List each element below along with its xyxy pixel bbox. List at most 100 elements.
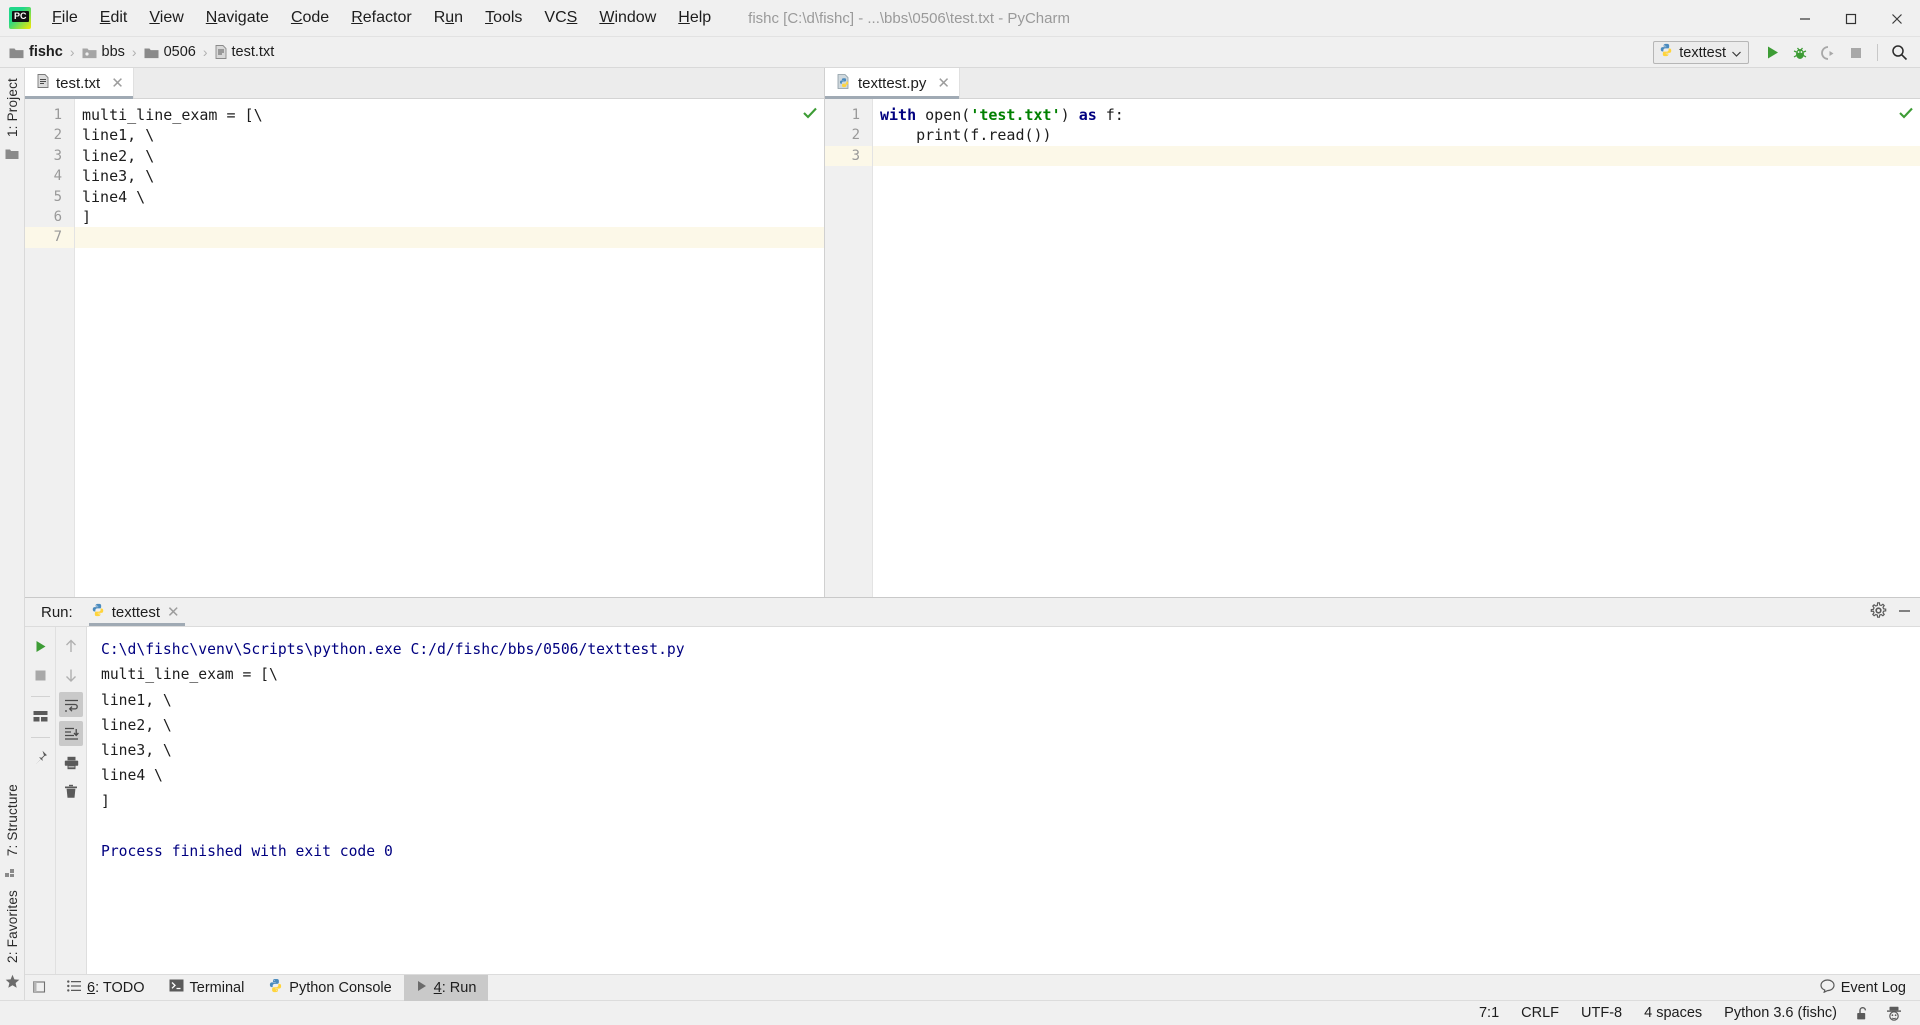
code-line: with open('test.txt') as f: — [873, 105, 1920, 125]
breadcrumb-item-fishc[interactable]: fishc — [9, 44, 63, 60]
run-tab-texttest[interactable]: texttest ✕ — [85, 598, 189, 626]
breadcrumb-item-test-txt[interactable]: test.txt — [215, 44, 274, 60]
editor-content-left[interactable]: 1 2 3 4 5 6 7 multi_line_exam = [\ line1… — [25, 99, 824, 597]
event-log-button[interactable]: Event Log — [1820, 978, 1906, 997]
restore-layout-button[interactable] — [28, 704, 52, 729]
down-the-stack-button[interactable] — [59, 663, 83, 688]
editor-tabs-left: test.txt ✕ — [25, 68, 824, 99]
menu-run[interactable]: Run — [423, 4, 474, 32]
caret-position[interactable]: 7:1 — [1468, 1005, 1510, 1021]
menu-edit[interactable]: Edit — [89, 4, 139, 32]
gutter-right[interactable]: 1 2 3 — [825, 99, 873, 597]
up-the-stack-button[interactable] — [59, 634, 83, 659]
menu-refactor[interactable]: Refactor — [340, 4, 422, 32]
tab-test-txt[interactable]: test.txt ✕ — [25, 68, 134, 99]
breadcrumb-item-bbs[interactable]: bbs — [82, 44, 125, 60]
sidebar-item-favorites[interactable]: 2: Favorites — [5, 884, 20, 969]
tool-window-python-console[interactable]: Python Console — [256, 975, 403, 1001]
run-console[interactable]: C:\d\fishc\venv\Scripts\python.exe C:/d/… — [87, 627, 1920, 974]
code-area-left[interactable]: multi_line_exam = [\ line1, \ line2, \ l… — [75, 99, 824, 597]
indent-setting[interactable]: 4 spaces — [1633, 1005, 1713, 1021]
menu-bar: File Edit View Navigate Code Refactor Ru… — [41, 0, 722, 36]
run-configuration-selector[interactable]: texttest — [1653, 41, 1749, 64]
file-encoding[interactable]: UTF-8 — [1570, 1005, 1633, 1021]
menu-help[interactable]: Help — [667, 4, 722, 32]
editor-pane-right: texttest.py ✕ 1 2 3 with open('test.txt'… — [825, 68, 1920, 597]
menu-view[interactable]: View — [138, 4, 194, 32]
breadcrumb-label: fishc — [29, 44, 63, 60]
inspection-status-icon[interactable] — [1899, 105, 1913, 121]
hide-all-windows-icon[interactable] — [25, 981, 55, 994]
event-log-label: Event Log — [1840, 979, 1906, 996]
menu-code[interactable]: Code — [280, 4, 340, 32]
folder-icon — [5, 148, 19, 160]
bottom-tool-bar: 6: TODO Terminal Python Console 4: Run E… — [25, 974, 1920, 1001]
sidebar-item-structure[interactable]: 7: Structure — [5, 778, 20, 862]
debug-button[interactable] — [1787, 41, 1813, 65]
main-toolbar: texttest — [1653, 37, 1912, 68]
close-icon[interactable]: ✕ — [111, 76, 124, 91]
todo-icon — [67, 979, 81, 996]
code-line — [873, 145, 1920, 167]
tool-window-terminal[interactable]: Terminal — [157, 975, 257, 1001]
balloon-icon — [1820, 978, 1835, 997]
play-icon — [416, 980, 428, 996]
close-icon[interactable]: ✕ — [167, 603, 180, 621]
gutter-left[interactable]: 1 2 3 4 5 6 7 — [25, 99, 75, 597]
console-line: line3, \ — [101, 742, 172, 760]
code-line — [75, 227, 824, 248]
unlocked-padlock-icon[interactable] — [1848, 1006, 1878, 1021]
menu-vcs[interactable]: VCS — [533, 4, 588, 32]
hector-inspector-icon[interactable] — [1878, 1006, 1910, 1021]
menu-navigate[interactable]: Navigate — [195, 4, 280, 32]
editor-content-right[interactable]: 1 2 3 with open('test.txt') as f: print(… — [825, 99, 1920, 597]
rerun-button[interactable] — [28, 634, 52, 659]
minimize-button[interactable] — [1782, 0, 1828, 37]
close-button[interactable] — [1874, 0, 1920, 37]
text-file-icon — [37, 74, 49, 92]
main-body: 1: Project 7: Structure 2: Favorites tes… — [0, 68, 1920, 1001]
editor-tabs-right: texttest.py ✕ — [825, 68, 1920, 99]
run-actions-secondary — [56, 627, 87, 974]
line-number: 2 — [851, 127, 860, 144]
tool-window-todo[interactable]: 6: TODO — [55, 975, 157, 1001]
menu-file[interactable]: File — [41, 4, 89, 32]
folder-icon — [82, 46, 97, 59]
run-tool-body: C:\d\fishc\venv\Scripts\python.exe C:/d/… — [25, 627, 1920, 974]
code-area-right[interactable]: with open('test.txt') as f: print(f.read… — [873, 99, 1920, 597]
sidebar-item-project[interactable]: 1: Project — [5, 72, 20, 143]
pin-tab-button[interactable] — [28, 745, 52, 770]
breadcrumb-item-0506[interactable]: 0506 — [144, 44, 196, 60]
soft-wrap-button[interactable] — [59, 692, 83, 717]
python-icon — [268, 978, 283, 997]
search-icon[interactable] — [1886, 41, 1912, 65]
tab-texttest-py[interactable]: texttest.py ✕ — [825, 68, 960, 99]
clear-all-button[interactable] — [59, 779, 83, 804]
inspection-status-icon[interactable] — [803, 105, 817, 121]
print-button[interactable] — [59, 750, 83, 775]
run-button[interactable] — [1759, 41, 1785, 65]
gear-icon[interactable] — [1870, 601, 1887, 624]
close-icon[interactable]: ✕ — [937, 76, 950, 91]
code-line: print(f.read()) — [880, 126, 1052, 145]
sidebar-item-label: 7: Structure — [4, 783, 20, 857]
breadcrumb-separator: › — [202, 44, 208, 60]
run-configuration-name: texttest — [1679, 44, 1726, 61]
run-coverage-button[interactable] — [1815, 41, 1841, 65]
minimize-icon[interactable] — [1897, 603, 1912, 623]
line-separator[interactable]: CRLF — [1510, 1005, 1570, 1021]
python-interpreter[interactable]: Python 3.6 (fishc) — [1713, 1005, 1848, 1021]
menu-window[interactable]: Window — [588, 4, 667, 32]
code-token: ( — [961, 106, 971, 124]
maximize-button[interactable] — [1828, 0, 1874, 37]
folder-icon — [144, 46, 159, 59]
left-tool-stripe: 1: Project 7: Structure 2: Favorites — [0, 68, 25, 1000]
tool-window-run[interactable]: 4: Run — [403, 974, 489, 1001]
code-token: open — [925, 106, 962, 124]
run-actions-primary — [25, 627, 56, 974]
stop-button[interactable] — [1843, 41, 1869, 65]
scroll-to-end-button[interactable] — [59, 721, 83, 746]
stop-button[interactable] — [28, 663, 52, 688]
menu-tools[interactable]: Tools — [474, 4, 533, 32]
